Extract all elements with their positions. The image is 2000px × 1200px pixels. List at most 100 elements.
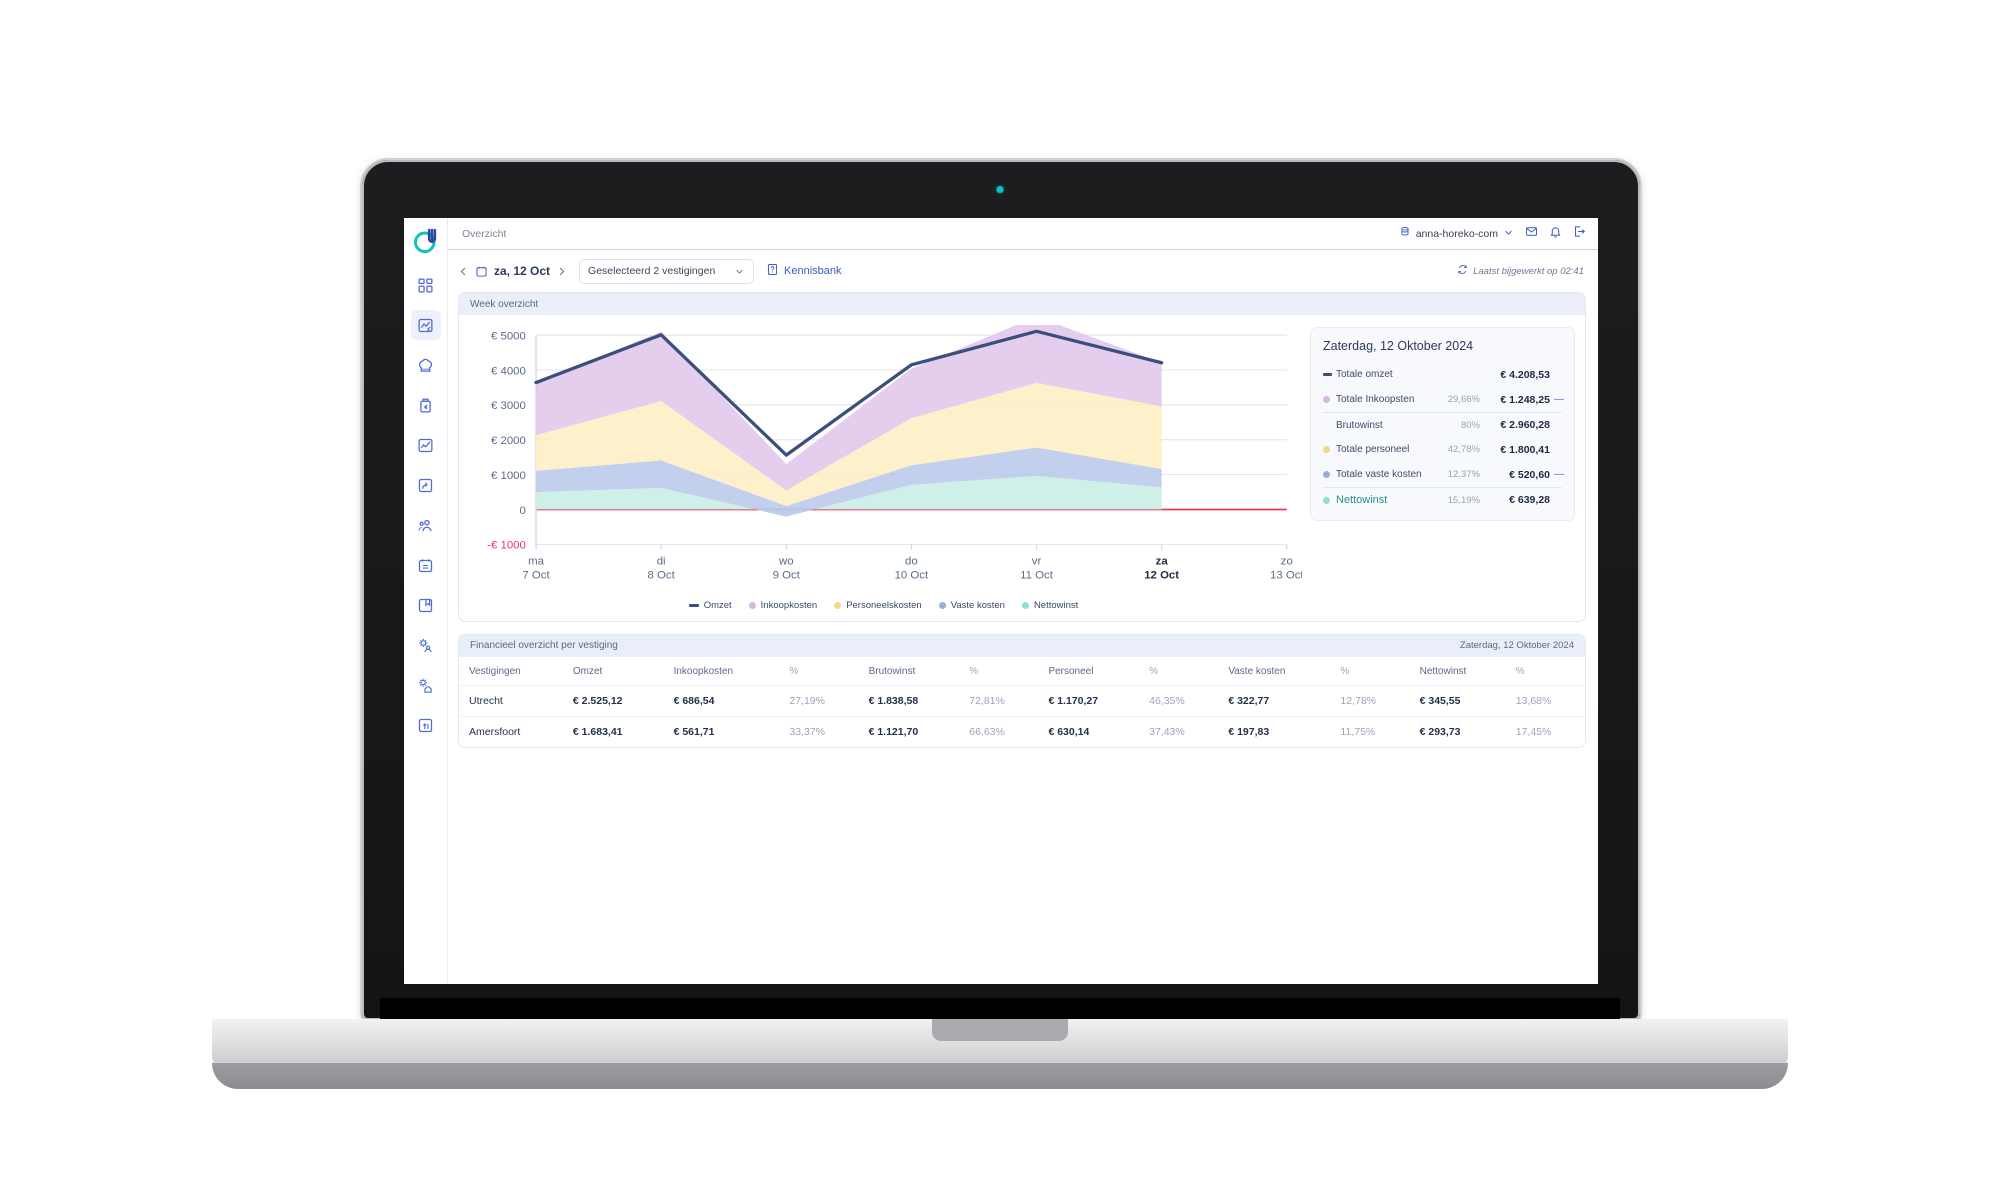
table-column-header: % <box>1505 656 1585 686</box>
branch-financial-table: Vestigingen Omzet Inkoopkosten% Brutowinst%… <box>459 656 1585 747</box>
y-axis-tick-label: € 1000 <box>491 470 526 482</box>
selected-date-label[interactable]: za, 12 Oct <box>494 264 550 278</box>
sidebar-item-export[interactable] <box>411 710 441 740</box>
account-name: anna-horeko-com <box>1415 227 1498 240</box>
table-row[interactable]: Utrecht € 2.525,12 € 686,54 27,19% € 1.838,5… <box>459 685 1585 717</box>
legend-item[interactable]: Nettowinst <box>1021 600 1078 611</box>
branch-select[interactable]: Geselecteerd 2 vestigingen <box>579 258 755 284</box>
sidebar-item-cash[interactable] <box>411 390 441 420</box>
x-axis-date-label: 11 Oct <box>1020 570 1054 582</box>
legend-item[interactable]: Omzet <box>688 599 732 611</box>
x-axis-day-label: zo <box>1281 556 1293 568</box>
line-chart-icon <box>417 437 434 454</box>
x-axis-day-label: vr <box>1032 556 1042 568</box>
sidebar-item-ops[interactable] <box>411 670 441 700</box>
branch-card-header: Financieel overzicht per vestiging Zater… <box>459 634 1585 657</box>
x-axis-day-label: wo <box>778 556 794 568</box>
sidebar-item-planning[interactable] <box>411 550 441 580</box>
chart-and-summary: € 5000 € 4000 € 3000 € 2000 € 1000 0 -€ 1000 ma… <box>459 315 1585 621</box>
refresh-icon[interactable] <box>1457 264 1468 278</box>
mail-icon[interactable] <box>1525 225 1538 243</box>
prev-day-button[interactable] <box>458 266 469 277</box>
x-axis-day-label: di <box>657 556 666 568</box>
sidebar-item-dashboard[interactable] <box>411 270 441 300</box>
laptop-base-notch <box>932 1019 1068 1041</box>
app-window: Overzicht anna-horeko-com za, 12 Oct Ges… <box>404 218 1598 984</box>
y-axis-tick-label: -€ 1000 <box>487 540 526 552</box>
x-axis-day-label: do <box>905 556 918 568</box>
grid-icon <box>417 277 434 294</box>
chevron-down-icon <box>734 266 745 277</box>
table-column-header: Inkoopkosten <box>663 656 780 686</box>
chef-hat-icon <box>417 357 434 374</box>
sidebar-item-reports[interactable] <box>411 590 441 620</box>
week-area-chart[interactable]: € 5000 € 4000 € 3000 € 2000 € 1000 0 -€ 1000 ma… <box>465 325 1302 598</box>
laptop-screen: Overzicht anna-horeko-com za, 12 Oct Ges… <box>404 218 1598 984</box>
account-switcher[interactable]: anna-horeko-com <box>1399 226 1514 241</box>
summary-row-label: Nettowinst <box>1336 494 1388 506</box>
table-column-header: % <box>779 656 859 686</box>
table-cell: 11,75% <box>1340 725 1376 738</box>
knowledge-base-link[interactable]: Kennisbank <box>766 263 842 279</box>
sidebar-item-kitchen[interactable] <box>411 350 441 380</box>
table-cell: 33,37% <box>789 725 825 738</box>
top-bar-actions: anna-horeko-com <box>1399 225 1586 243</box>
summary-row: Totale vaste kosten 12,37% € 520,60 — <box>1323 462 1564 487</box>
table-cell: 72,81% <box>959 685 1039 717</box>
legend-marker-dot <box>938 601 946 609</box>
toolbar: za, 12 Oct Geselecteerd 2 vestigingen Ke… <box>448 250 1598 292</box>
summary-row-percent: 42,78% <box>1447 444 1480 455</box>
sidebar-item-inventory[interactable] <box>411 470 441 500</box>
summary-row: Totale omzet € 4.208,53 <box>1323 362 1562 387</box>
next-day-button[interactable] <box>556 266 567 277</box>
last-updated: Laatst bijgewerkt op 02:41 <box>1457 264 1584 278</box>
series-color-bar <box>1323 373 1332 376</box>
summary-row-value: € 520,60 <box>1509 468 1550 481</box>
table-cell: 17,45% <box>1515 725 1552 738</box>
logout-icon[interactable] <box>1573 225 1586 243</box>
table-cell: € 686,54 <box>663 685 780 717</box>
main-area: Overzicht anna-horeko-com za, 12 Oct Ges… <box>448 218 1598 984</box>
y-axis-tick-label: € 2000 <box>491 435 526 447</box>
legend-marker-dot <box>834 601 842 609</box>
summary-row: Totale Inkoopsten 29,66% € 1.248,25 — <box>1323 387 1564 412</box>
summary-row-value: € 4.208,53 <box>1500 368 1550 381</box>
gear-person-icon <box>417 637 434 654</box>
table-cell: € 197,83 <box>1228 725 1270 738</box>
branch-select-value: Geselecteerd 2 vestigingen <box>588 265 716 277</box>
sidebar-item-settings[interactable] <box>411 630 441 660</box>
notifications-bell-icon[interactable] <box>1549 225 1562 243</box>
summary-row-percent: 80% <box>1460 419 1480 431</box>
summary-row-percent: 15,19% <box>1447 494 1480 506</box>
table-row[interactable]: Amersfoort € 1.683,41 € 561,71 33,37% € 1.12… <box>459 716 1585 747</box>
table-cell: € 1.838,58 <box>858 685 960 717</box>
people-icon <box>417 517 434 534</box>
summary-row-label: Totale vaste kosten <box>1336 469 1422 480</box>
knowledge-base-label: Kennisbank <box>784 265 842 277</box>
table-cell: 27,19% <box>779 685 859 717</box>
legend-label: Omzet <box>703 599 732 611</box>
table-cell: 37,43% <box>1149 725 1185 738</box>
summary-row-label: Totale Inkoopsten <box>1336 394 1415 405</box>
table-header: Vestigingen Omzet Inkoopkosten% Brutowinst%… <box>459 656 1585 686</box>
table-cell: € 561,71 <box>673 725 715 738</box>
legend-label: Inkoopkosten <box>760 599 818 611</box>
legend-item[interactable]: Personeelskosten <box>834 600 922 611</box>
calendar-icon[interactable] <box>475 265 488 278</box>
screenshot-stage: Overzicht anna-horeko-com za, 12 Oct Ges… <box>0 0 2000 1200</box>
brand-logo-icon[interactable] <box>411 226 441 256</box>
sidebar-item-analytics[interactable] <box>411 430 441 460</box>
legend-item[interactable]: Inkoopkosten <box>748 599 818 611</box>
table-column-header: Personeel <box>1038 656 1140 686</box>
table-cell: 13,68% <box>1505 685 1585 717</box>
table-column-header: Brutowinst <box>858 656 960 686</box>
table-header-row: Vestigingen Omzet Inkoopkosten% Brutowinst%… <box>459 656 1585 686</box>
sidebar-item-staff[interactable] <box>411 510 441 540</box>
table-cell: Amersfoort <box>469 725 521 738</box>
legend-item[interactable]: Vaste kosten <box>938 600 1005 611</box>
table-column-header: Vestigingen <box>459 656 563 686</box>
summary-row: Totale personeel 42,78% € 1.800,41 <box>1323 437 1562 462</box>
summary-row-value: € 639,28 <box>1509 494 1550 506</box>
sidebar-item-revenue[interactable] <box>410 310 441 340</box>
book-icon <box>417 597 434 614</box>
